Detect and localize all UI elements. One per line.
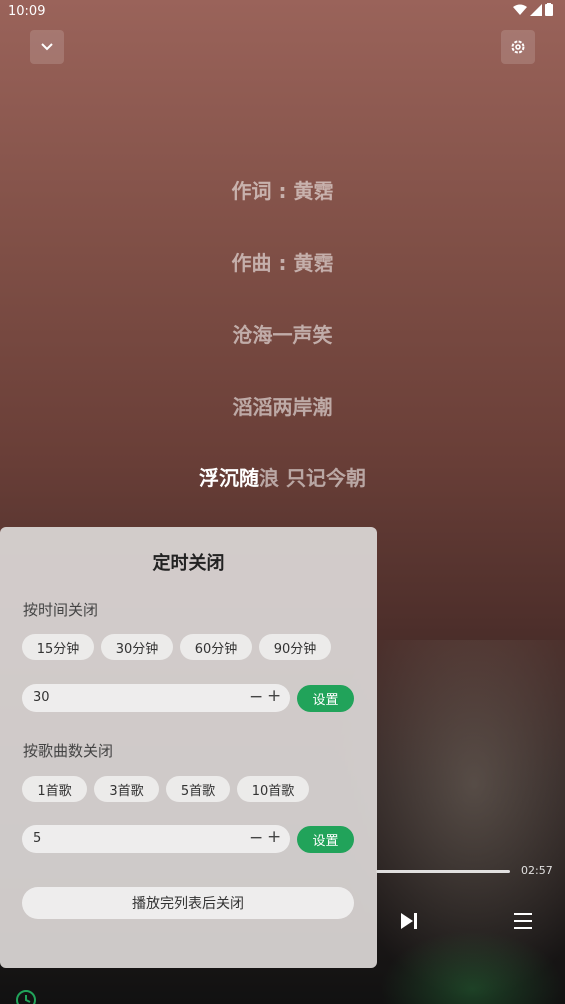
settings-button[interactable] xyxy=(501,30,535,64)
time-chip-60[interactable]: 60分钟 xyxy=(180,634,252,660)
gear-icon xyxy=(511,40,525,54)
time-chip-90[interactable]: 90分钟 xyxy=(259,634,331,660)
skip-next-icon xyxy=(401,913,417,929)
sheet-title: 定时关闭 xyxy=(152,553,225,574)
wifi-icon xyxy=(513,4,527,15)
lyric-line: 沧海一声笑 xyxy=(232,323,333,347)
status-bar: 10:09 xyxy=(0,0,565,24)
menu-icon xyxy=(514,913,532,929)
lyric-line: 滔滔两岸潮 xyxy=(232,395,333,419)
time-input-value: 30 xyxy=(33,690,50,705)
time-increment-button[interactable]: + xyxy=(267,686,281,706)
time-minutes-input[interactable]: 30 − + xyxy=(22,684,290,712)
clock-icon xyxy=(16,990,36,1004)
lyric-sung-part: 浮沉随 xyxy=(199,466,260,490)
song-chip-3[interactable]: 3首歌 xyxy=(94,776,159,802)
battery-icon xyxy=(545,3,553,16)
lyric-line: 作曲 : 黄霑 xyxy=(231,251,334,275)
collapse-button[interactable] xyxy=(30,30,64,64)
by-time-label: 按时间关闭 xyxy=(23,601,99,619)
by-songs-label: 按歌曲数关闭 xyxy=(23,742,114,760)
song-count-input[interactable]: 5 − + xyxy=(22,825,290,853)
status-time: 10:09 xyxy=(8,4,46,19)
playlist-button[interactable] xyxy=(512,910,534,932)
background-green-glow xyxy=(380,930,565,1004)
sleep-timer-button[interactable] xyxy=(14,988,38,1004)
signal-icon xyxy=(530,3,542,16)
close-after-list-button[interactable]: 播放完列表后关闭 xyxy=(22,887,354,919)
song-chip-1[interactable]: 1首歌 xyxy=(22,776,87,802)
song-set-button[interactable]: 设置 xyxy=(297,826,354,853)
time-chip-15[interactable]: 15分钟 xyxy=(22,634,94,660)
lyric-unsung-part: 浪 只记今朝 xyxy=(259,466,366,490)
progress-bar[interactable] xyxy=(376,870,510,873)
sleep-timer-sheet: 定时关闭 按时间关闭 15分钟 30分钟 60分钟 90分钟 30 − + 设置… xyxy=(0,527,377,968)
time-set-button[interactable]: 设置 xyxy=(297,685,354,712)
status-icons xyxy=(513,3,553,16)
song-chip-10[interactable]: 10首歌 xyxy=(237,776,309,802)
song-decrement-button[interactable]: − xyxy=(249,828,263,848)
duration-label: 02:57 xyxy=(521,864,553,877)
time-decrement-button[interactable]: − xyxy=(249,687,263,707)
lyric-line-current: 浮沉随浪 只记今朝 xyxy=(0,462,565,491)
next-button[interactable] xyxy=(398,910,420,932)
time-chip-30[interactable]: 30分钟 xyxy=(101,634,173,660)
song-input-value: 5 xyxy=(33,831,42,846)
lyric-line: 作词 : 黄霑 xyxy=(231,179,334,203)
chevron-down-icon xyxy=(41,43,53,51)
song-chip-5[interactable]: 5首歌 xyxy=(166,776,230,802)
song-increment-button[interactable]: + xyxy=(267,827,281,847)
